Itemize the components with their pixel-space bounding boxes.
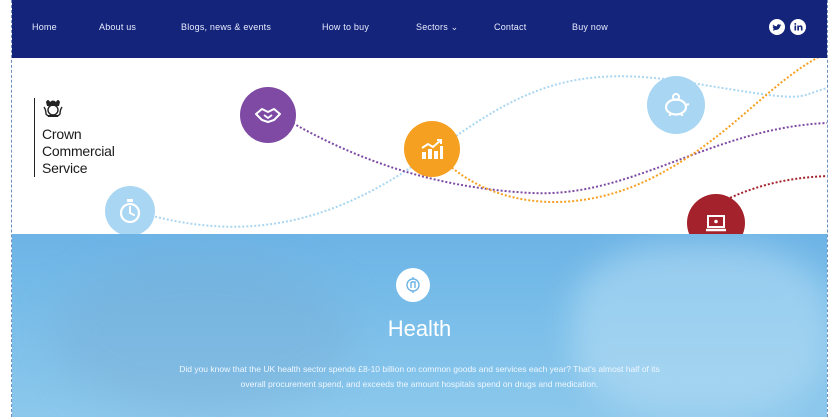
piggy-bank-icon[interactable]: [647, 76, 705, 134]
nav-blogs-news-events[interactable]: Blogs, news & events: [181, 22, 271, 32]
nav-home[interactable]: Home: [32, 22, 57, 32]
banner-title: Health: [387, 316, 452, 341]
logo-line-2: Commercial: [42, 143, 115, 159]
banner-description-line-2: overall procurement spend, and exceeds t…: [240, 379, 599, 389]
crown-commercial-service-logo[interactable]: Crown Commercial Service: [34, 98, 115, 177]
right-frame: [827, 0, 837, 417]
growth-chart-icon[interactable]: [404, 121, 460, 177]
health-banner: Health Did you know that the UK health s…: [12, 234, 827, 417]
hero-section: Crown Commercial Service: [12, 58, 827, 234]
banner-description: Did you know that the UK health sector s…: [107, 362, 732, 392]
linkedin-icon[interactable]: [790, 19, 806, 35]
nav-sectors[interactable]: Sectors ⌄: [416, 22, 458, 33]
stopwatch-icon[interactable]: [105, 186, 155, 234]
handshake-icon[interactable]: [240, 87, 296, 143]
nav-how-to-buy[interactable]: How to buy: [322, 22, 369, 32]
nav-about-us[interactable]: About us: [99, 22, 136, 32]
health-icon: [396, 268, 430, 302]
royal-crest-icon: [43, 100, 63, 117]
website: Home About us Blogs, news & events How t…: [12, 0, 827, 417]
banner-description-line-1: Did you know that the UK health sector s…: [179, 364, 660, 374]
logo-line-1: Crown: [42, 126, 82, 142]
top-navbar: Home About us Blogs, news & events How t…: [12, 0, 827, 58]
nav-buy-now[interactable]: Buy now: [572, 22, 608, 32]
twitter-icon[interactable]: [769, 19, 785, 35]
logo-line-3: Service: [42, 160, 88, 176]
nav-contact[interactable]: Contact: [494, 22, 526, 32]
left-frame: [0, 0, 12, 417]
